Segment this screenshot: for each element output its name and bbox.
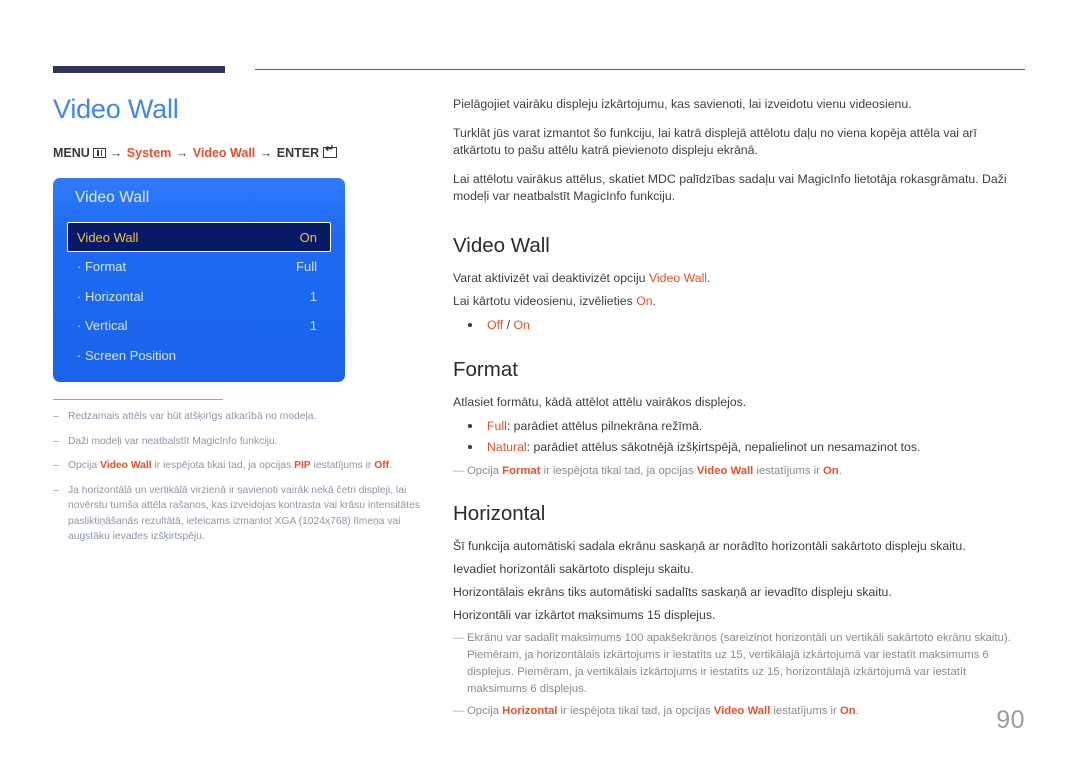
osd-row-label: Video Wall	[77, 229, 139, 245]
menu-path-arrow-1: →	[109, 146, 123, 160]
osd-row-format[interactable]: · Format Full	[67, 252, 331, 282]
bullet-item: Full: parādiet attēlus pilnekrāna režīmā…	[453, 416, 1025, 437]
footnote-text: Ja horizontālā un vertikālā virzienā ir …	[68, 484, 420, 543]
note-text: Opcija Format ir iespējota tikai tad, ja…	[467, 464, 842, 477]
menu-path-arrow-2: →	[175, 146, 189, 160]
osd-row-label: · Vertical	[77, 318, 128, 334]
section-body-line: Lai kārtotu videosienu, izvēlieties On.	[453, 293, 657, 308]
osd-menu-panel: Video Wall Video Wall On · Format Full ·…	[53, 178, 345, 382]
section-body-line: Horizontāli var izkārtot maksimums 15 di…	[453, 607, 716, 622]
manual-page: Video Wall MENU → System → Video Wall → E…	[0, 0, 1080, 763]
page-title: Video Wall	[53, 94, 179, 124]
osd-row-list: Video Wall On · Format Full · Horizontal…	[53, 222, 345, 370]
osd-row-horizontal[interactable]: · Horizontal 1	[67, 282, 331, 312]
osd-row-label: · Horizontal	[77, 288, 144, 304]
note-tick: —	[453, 631, 465, 644]
section-title-format: Format	[453, 357, 518, 381]
menu-path-breadcrumb: MENU → System → Video Wall → ENTER	[53, 144, 428, 162]
section-body-line: Varat aktivizēt vai deaktivizēt opciju V…	[453, 270, 711, 285]
page-number: 90	[996, 706, 1025, 734]
osd-row-label: · Screen Position	[77, 347, 176, 363]
enter-key-icon	[323, 144, 338, 158]
intro-block: Pielāgojiet vairāku displeju izkārtojumu…	[453, 96, 1025, 206]
footnote-text: Opcija Video Wall ir iespējota tikai tad…	[68, 460, 392, 472]
section-note: — Opcija Horizontal ir iespējota tikai t…	[453, 703, 1025, 720]
menu-path-arrow-3: →	[259, 146, 273, 160]
intro-paragraph: Lai attēlotu vairākus attēlus, skatiet M…	[453, 171, 1007, 204]
section-title-horizontal: Horizontal	[453, 501, 546, 525]
note-text: Ekrānu var sadalīt maksimums 100 apakšek…	[467, 631, 1011, 695]
footnote-dash: –	[53, 484, 59, 496]
footnote-item: – Redzamais attēls var būt atšķirīgs atk…	[53, 409, 428, 425]
osd-row-value: 1	[309, 288, 317, 304]
footnote-text: Daži modeļi var neatbalstīt MagicInfo fu…	[68, 435, 278, 447]
osd-row-label: · Format	[77, 259, 127, 275]
section-title-video-wall: Video Wall	[453, 233, 550, 257]
osd-row-video-wall[interactable]: Video Wall On	[67, 222, 331, 252]
section-note: — Ekrānu var sadalīt maksimums 100 apakš…	[453, 630, 1025, 698]
intro-paragraph: Pielāgojiet vairāku displeju izkārtojumu…	[453, 97, 912, 111]
section-body-line: Šī funkcija automātiski sadala ekrānu sa…	[453, 538, 966, 553]
footnote-item: – Ja horizontālā un vertikālā virzienā i…	[53, 483, 428, 545]
note-tick: —	[453, 464, 465, 477]
footnote-dash: –	[53, 411, 59, 423]
note-text: Opcija Horizontal ir iespējota tikai tad…	[467, 704, 859, 717]
osd-row-screen-position[interactable]: · Screen Position	[67, 341, 331, 371]
section-body-line: Ievadiet horizontāli sakārtoto displeju …	[453, 561, 694, 576]
footnote-item: – Daži modeļi var neatbalstīt MagicInfo …	[53, 434, 428, 450]
intro-paragraph: Turklāt jūs varat izmantot šo funkciju, …	[453, 125, 977, 158]
right-column: Pielāgojiet vairāku displeju izkārtojumu…	[453, 96, 1025, 724]
header-hairline	[255, 69, 1025, 71]
section-body-line: Horizontālais ekrāns tiks automātiski sa…	[453, 584, 892, 599]
footnote-dash: –	[53, 460, 59, 472]
note-tick: —	[453, 704, 465, 717]
bullet-item: Natural: parādiet attēlus sākotnējā izšķ…	[453, 437, 1025, 458]
menu-path-enter: ENTER	[276, 146, 320, 160]
section-bullet-list: Off / On	[453, 315, 1025, 336]
osd-row-vertical[interactable]: · Vertical 1	[67, 311, 331, 341]
section-bullet-list: Full: parādiet attēlus pilnekrāna režīmā…	[453, 416, 1025, 458]
section-body-line: Atlasiet formātu, kādā attēlot attēlu va…	[453, 394, 747, 409]
section-note: — Opcija Format ir iespējota tikai tad, …	[453, 463, 1025, 480]
osd-row-value: On	[299, 229, 317, 245]
footnote-separator	[53, 399, 223, 401]
footnote-text: Redzamais attēls var būt atšķirīgs atkar…	[68, 411, 317, 423]
menu-path-item-system: System	[126, 146, 172, 160]
header-accent-bar	[53, 66, 225, 73]
menu-path-prefix: MENU	[53, 146, 90, 160]
osd-row-value: 1	[309, 318, 317, 334]
osd-panel-title: Video Wall	[75, 189, 150, 206]
bullet-item: Off / On	[453, 315, 1025, 336]
page-header-rules	[0, 0, 1080, 80]
footnote-dash: –	[53, 435, 59, 447]
menu-path-item-video-wall: Video Wall	[192, 146, 256, 160]
footnote-list: – Redzamais attēls var būt atšķirīgs atk…	[53, 409, 428, 545]
osd-row-value: Full	[296, 259, 317, 275]
menu-grid-icon	[92, 148, 106, 158]
left-column: Video Wall MENU → System → Video Wall → E…	[53, 92, 428, 554]
footnote-item: – Opcija Video Wall ir iespējota tikai t…	[53, 458, 428, 474]
